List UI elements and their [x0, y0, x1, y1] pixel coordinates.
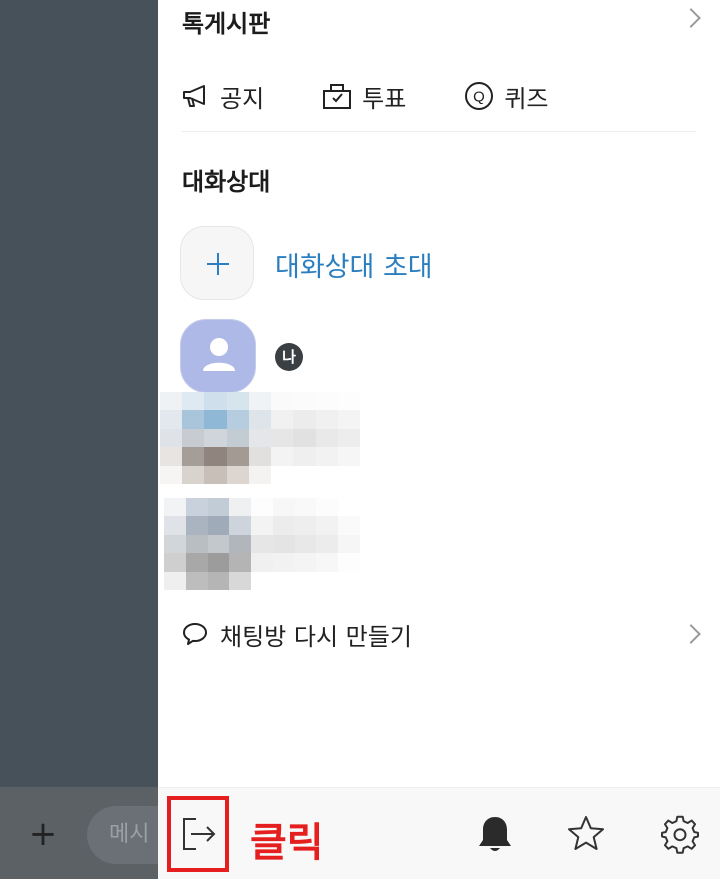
notice-label: 공지 [220, 84, 265, 113]
invite-member-button[interactable]: 대화상대 초대 [275, 245, 433, 284]
quiz-label: 퀴즈 [504, 84, 549, 113]
vote-label: 투표 [362, 84, 407, 113]
click-annotation-label: 클릭 [250, 820, 324, 866]
vote-button[interactable]: 투표 [322, 79, 406, 114]
members-title: 대화상대 [182, 168, 271, 196]
recreate-chevron-icon[interactable] [681, 624, 701, 644]
notice-button[interactable]: 공지 [182, 79, 264, 114]
megaphone-icon [183, 85, 205, 107]
exit-icon[interactable] [180, 814, 220, 854]
gear-icon[interactable] [660, 814, 700, 854]
recreate-chatroom-button[interactable]: 채팅방 다시 만들기 [182, 618, 412, 651]
chatroom-drawer: 톡게시판 공지 투표 Q 퀴즈 대화상대 대화상대 초대 나 채팅방 다시 만들… [158, 0, 720, 879]
person-icon [203, 338, 235, 371]
svg-text:Q: Q [474, 89, 486, 106]
dimmed-chat-backdrop[interactable] [0, 0, 158, 879]
board-title[interactable]: 톡게시판 [182, 4, 270, 39]
blurred-member-2[interactable] [164, 498, 360, 590]
drawer-bottom-bar: 클릭 [158, 787, 720, 879]
board-chevron-icon[interactable] [681, 8, 701, 28]
my-avatar[interactable] [180, 319, 256, 393]
invite-plus-icon[interactable] [180, 226, 254, 300]
quiz-button[interactable]: Q 퀴즈 [464, 79, 549, 114]
blurred-member-1[interactable] [160, 392, 360, 484]
chat-add-button[interactable]: + [22, 815, 64, 857]
bell-icon[interactable] [476, 814, 514, 856]
ballot-box-icon [323, 84, 352, 109]
star-icon[interactable] [566, 814, 606, 854]
recreate-label: 채팅방 다시 만들기 [220, 622, 412, 651]
me-badge: 나 [275, 343, 303, 371]
board-tools: 공지 투표 Q 퀴즈 [182, 78, 607, 114]
divider [182, 131, 696, 132]
quiz-icon: Q [465, 82, 494, 110]
speech-bubble-icon [183, 623, 207, 645]
